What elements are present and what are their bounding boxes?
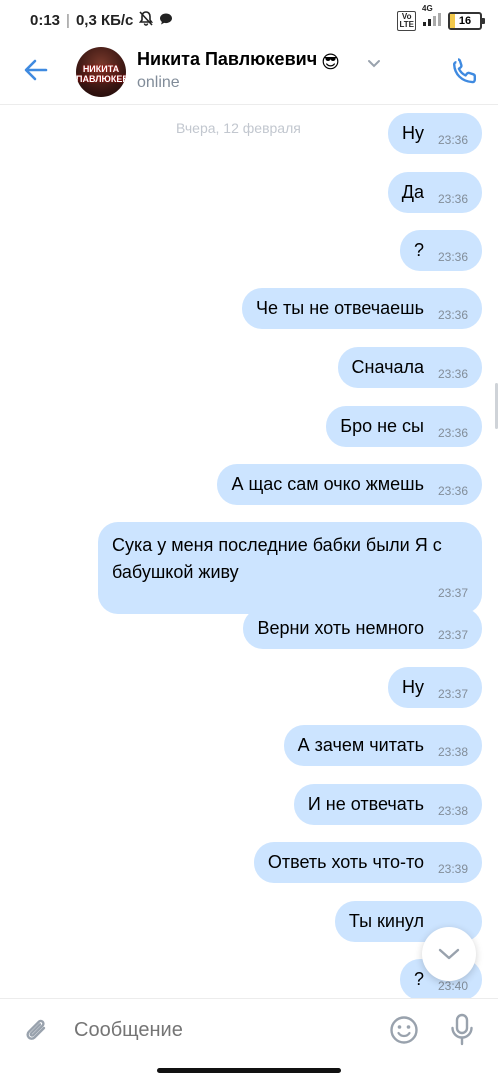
message-bubble[interactable]: Верни хоть немного 23:37 bbox=[243, 608, 482, 649]
message-time: 23:37 bbox=[437, 628, 468, 642]
message-time: 23:38 bbox=[437, 745, 468, 759]
battery-icon: 16 bbox=[448, 12, 485, 30]
message-time: 23:36 bbox=[437, 250, 468, 264]
message-list[interactable]: Вчера, 12 февраля Ну 23:36 Да 23:36 ? 23… bbox=[0, 105, 498, 998]
message-text: Бро не сы bbox=[340, 416, 424, 436]
back-arrow-icon[interactable] bbox=[22, 56, 50, 84]
status-divider: | bbox=[66, 12, 70, 29]
message-bubble[interactable]: Сначала 23:36 bbox=[337, 347, 482, 388]
message-bubble[interactable]: А зачем читать 23:38 bbox=[283, 725, 482, 766]
message-time: 23:37 bbox=[437, 687, 468, 701]
message-text: Ну bbox=[402, 677, 424, 697]
chevron-down-icon[interactable] bbox=[367, 56, 381, 74]
composer-bar bbox=[0, 998, 498, 1061]
message-time: 23:36 bbox=[437, 484, 468, 498]
message-text: Ответь хоть что-то bbox=[267, 852, 424, 872]
message-input[interactable] bbox=[72, 1018, 376, 1043]
message-bubble[interactable]: А щас сам очко жмешь 23:36 bbox=[217, 464, 482, 505]
message-time: 23:36 bbox=[437, 367, 468, 381]
smile-icon[interactable] bbox=[389, 1015, 419, 1050]
paperclip-icon[interactable] bbox=[22, 1015, 52, 1052]
microphone-icon[interactable] bbox=[449, 1013, 475, 1052]
status-speed: 0,3 КБ/с bbox=[75, 12, 134, 29]
home-indicator[interactable] bbox=[157, 1068, 341, 1073]
message-time: 23:36 bbox=[437, 192, 468, 206]
message-time: 23:36 bbox=[437, 133, 468, 147]
message-time: 23:40 bbox=[437, 979, 468, 993]
message-text: И не отвечать bbox=[307, 794, 424, 814]
message-bubble[interactable]: Ну 23:36 bbox=[388, 113, 482, 154]
chat-bubble-icon bbox=[159, 12, 173, 30]
contact-emoji: 😎 bbox=[321, 52, 340, 72]
message-time: 23:39 bbox=[437, 862, 468, 876]
contact-status: online bbox=[137, 74, 180, 91]
avatar[interactable]: НИКИТА ПАВЛЮКЕВИ bbox=[76, 47, 126, 97]
message-text: Верни хоть немного bbox=[257, 618, 424, 638]
scroll-down-button[interactable] bbox=[422, 927, 476, 981]
message-time: 23:38 bbox=[437, 804, 468, 818]
message-text: Сука у меня последние бабки были Я с баб… bbox=[112, 535, 442, 582]
message-text: ? bbox=[413, 240, 424, 260]
phone-icon[interactable] bbox=[450, 56, 480, 86]
chevron-down-icon bbox=[438, 948, 460, 960]
chat-header: НИКИТА ПАВЛЮКЕВИ Никита Павлюкевич😎 onli… bbox=[0, 40, 498, 105]
volte-badge: Vo LTE bbox=[397, 11, 416, 31]
message-bubble[interactable]: Ответь хоть что-то 23:39 bbox=[253, 842, 482, 883]
message-bubble[interactable]: И не отвечать 23:38 bbox=[293, 784, 482, 825]
signal-icon: 4G bbox=[422, 4, 442, 30]
date-separator: Вчера, 12 февраля bbox=[176, 120, 301, 136]
status-time: 0:13 bbox=[30, 12, 61, 29]
message-bubble[interactable]: Да 23:36 bbox=[387, 172, 482, 213]
message-bubble[interactable]: Че ты не отвечаешь 23:36 bbox=[242, 288, 482, 329]
message-text: А щас сам очко жмешь bbox=[231, 474, 424, 494]
message-text: ? bbox=[413, 969, 424, 989]
message-text: Да bbox=[401, 182, 424, 202]
message-bubble[interactable]: Ну 23:37 bbox=[388, 667, 482, 708]
message-bubble[interactable]: ? 23:36 bbox=[399, 230, 482, 271]
message-text: Че ты не отвечаешь bbox=[256, 298, 424, 318]
message-time: 23:36 bbox=[437, 308, 468, 322]
message-text: Сначала bbox=[351, 357, 424, 377]
silent-bell-icon bbox=[139, 11, 154, 30]
contact-name-text: Никита Павлюкевич bbox=[137, 49, 318, 69]
message-text: Ну bbox=[402, 123, 424, 143]
message-text: А зачем читать bbox=[297, 735, 424, 755]
message-text: Ты кинул bbox=[348, 911, 424, 931]
avatar-text: НИКИТА ПАВЛЮКЕВИ bbox=[76, 64, 126, 84]
message-time: 23:37 bbox=[437, 586, 468, 600]
message-bubble[interactable]: Бро не сы 23:36 bbox=[326, 406, 482, 447]
status-bar: 0:13 | 0,3 КБ/с Vo LTE 4G 16 bbox=[0, 0, 498, 40]
message-time: 23:36 bbox=[437, 426, 468, 440]
message-bubble[interactable]: Сука у меня последние бабки были Я с баб… bbox=[98, 522, 482, 614]
contact-name[interactable]: Никита Павлюкевич 😎 bbox=[137, 49, 340, 73]
